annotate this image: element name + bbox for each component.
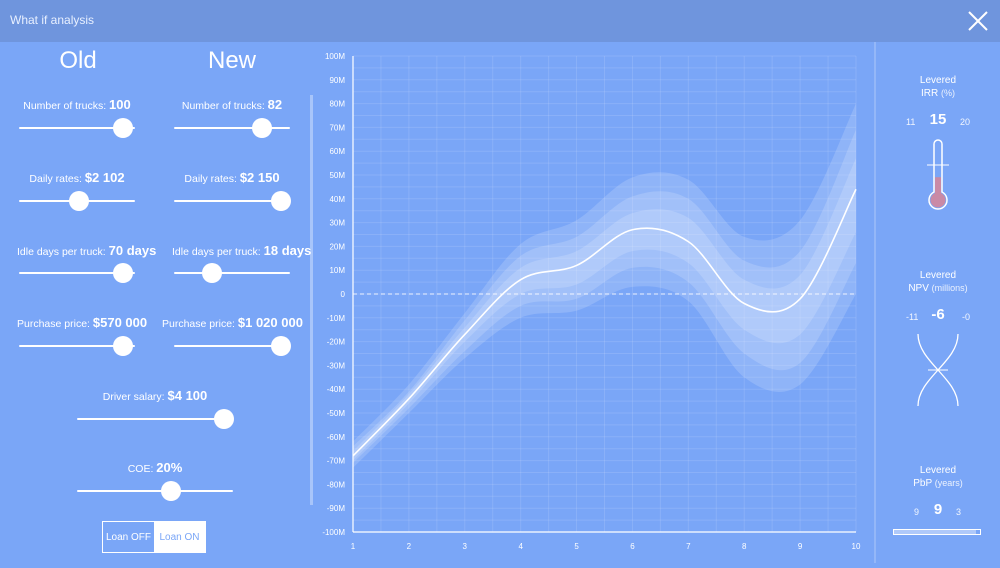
y-tick-label: 40M bbox=[329, 195, 345, 204]
y-tick-label: 0 bbox=[341, 290, 346, 299]
new-price-knob[interactable] bbox=[270, 336, 291, 356]
loan-on-button[interactable]: Loan ON bbox=[154, 522, 205, 552]
y-tick-label: -50M bbox=[327, 409, 346, 418]
npv-min: -11 bbox=[906, 312, 919, 322]
npv-title: Levered NPV (millions) bbox=[908, 270, 968, 294]
x-tick-label: 4 bbox=[518, 542, 523, 551]
new-price-slider[interactable] bbox=[174, 336, 291, 356]
coe-knob[interactable] bbox=[160, 481, 181, 501]
close-icon[interactable] bbox=[966, 9, 990, 33]
x-tick-label: 10 bbox=[852, 542, 861, 551]
y-tick-label: -20M bbox=[327, 338, 346, 347]
y-tick-label: 90M bbox=[329, 76, 345, 85]
irr-max: 20 bbox=[960, 117, 971, 127]
driver-salary-slider[interactable] bbox=[77, 409, 234, 429]
pbp-title: Levered PbP (years) bbox=[913, 465, 963, 489]
y-tick-label: 10M bbox=[329, 266, 345, 275]
old-price-label: Purchase price: $570 000 bbox=[17, 315, 148, 330]
loan-off-button[interactable]: Loan OFF bbox=[103, 522, 154, 552]
x-tick-label: 2 bbox=[407, 542, 412, 551]
loan-toggle[interactable]: Loan OFF Loan ON bbox=[102, 521, 206, 553]
title-bar: What if analysis bbox=[0, 0, 1000, 42]
pbp-progress-bar bbox=[893, 529, 981, 535]
x-tick-label: 6 bbox=[630, 542, 635, 551]
y-tick-label: 30M bbox=[329, 219, 345, 228]
y-tick-label: 70M bbox=[329, 123, 345, 132]
y-tick-label: -70M bbox=[327, 457, 346, 466]
new-heading: New bbox=[207, 47, 256, 74]
y-tick-label: -10M bbox=[327, 314, 346, 323]
y-tick-label: -100M bbox=[322, 528, 345, 537]
old-rates-slider[interactable] bbox=[19, 191, 135, 211]
y-tick-label: -80M bbox=[327, 480, 346, 489]
new-rates-knob[interactable] bbox=[270, 191, 291, 211]
y-tick-label: -30M bbox=[327, 361, 346, 370]
new-idle-label: Idle days per truck: 18 days bbox=[172, 243, 312, 258]
old-price-slider[interactable] bbox=[19, 336, 135, 356]
y-tick-label: -40M bbox=[327, 385, 346, 394]
metrics-panel: Levered IRR (%) 11 15 20 Levered NPV (mi… bbox=[876, 42, 1000, 563]
y-tick-label: 20M bbox=[329, 242, 345, 251]
pbp-value: 9 bbox=[933, 501, 943, 518]
old-trucks-slider[interactable] bbox=[19, 118, 135, 138]
pbp-progress-fill bbox=[894, 530, 976, 534]
irr-min: 11 bbox=[906, 117, 916, 127]
old-trucks-label: Number of trucks: 100 bbox=[23, 97, 131, 112]
new-idle-slider[interactable] bbox=[174, 263, 290, 283]
x-tick-label: 9 bbox=[798, 542, 803, 551]
npv-value: -6 bbox=[931, 306, 945, 323]
driver-salary-knob[interactable] bbox=[213, 409, 234, 429]
coe-label: COE: 20% bbox=[127, 460, 183, 475]
cash-flow-chart: 100M 90M 80M 70M 60M 50M 40M 30M 20M 10M 0 -10M -20M… bbox=[315, 42, 875, 563]
x-tick-label: 8 bbox=[742, 542, 747, 551]
y-tick-label: 60M bbox=[329, 147, 345, 156]
chart-svg: 100M 90M 80M 70M 60M 50M 40M 30M 20M 10M 0 -10M -20M… bbox=[322, 52, 861, 551]
coe-slider[interactable] bbox=[77, 481, 233, 501]
y-tick-label: 100M bbox=[325, 52, 345, 61]
x-tick-label: 7 bbox=[686, 542, 691, 551]
npv-max: -0 bbox=[962, 312, 971, 322]
new-rates-slider[interactable] bbox=[174, 191, 291, 211]
old-heading: Old bbox=[59, 47, 97, 74]
new-trucks-label: Number of trucks: 82 bbox=[181, 97, 283, 112]
irr-title: Levered IRR (%) bbox=[919, 75, 957, 99]
irr-value: 15 bbox=[929, 111, 947, 128]
x-tick-label: 1 bbox=[351, 542, 356, 551]
y-tick-label: -90M bbox=[327, 504, 346, 513]
new-rates-label: Daily rates: $2 150 bbox=[184, 170, 280, 185]
driver-salary-label: Driver salary: $4 100 bbox=[102, 388, 208, 403]
x-tick-label: 3 bbox=[463, 542, 468, 551]
thermometer-icon bbox=[927, 139, 949, 210]
hourglass-icon bbox=[917, 333, 959, 407]
y-tick-label: 50M bbox=[329, 171, 345, 180]
app-title: What if analysis bbox=[10, 13, 95, 27]
old-idle-label: Idle days per truck: 70 days bbox=[17, 243, 157, 258]
pbp-max: 3 bbox=[956, 507, 962, 517]
old-idle-slider[interactable] bbox=[19, 263, 135, 283]
scrollbar[interactable] bbox=[310, 95, 313, 505]
new-price-label: Purchase price: $1 020 000 bbox=[162, 315, 303, 330]
y-tick-label: 80M bbox=[329, 100, 345, 109]
old-rates-label: Daily rates: $2 102 bbox=[29, 170, 125, 185]
new-trucks-slider[interactable] bbox=[174, 118, 290, 138]
y-tick-label: -60M bbox=[327, 433, 346, 442]
x-tick-label: 5 bbox=[574, 542, 579, 551]
